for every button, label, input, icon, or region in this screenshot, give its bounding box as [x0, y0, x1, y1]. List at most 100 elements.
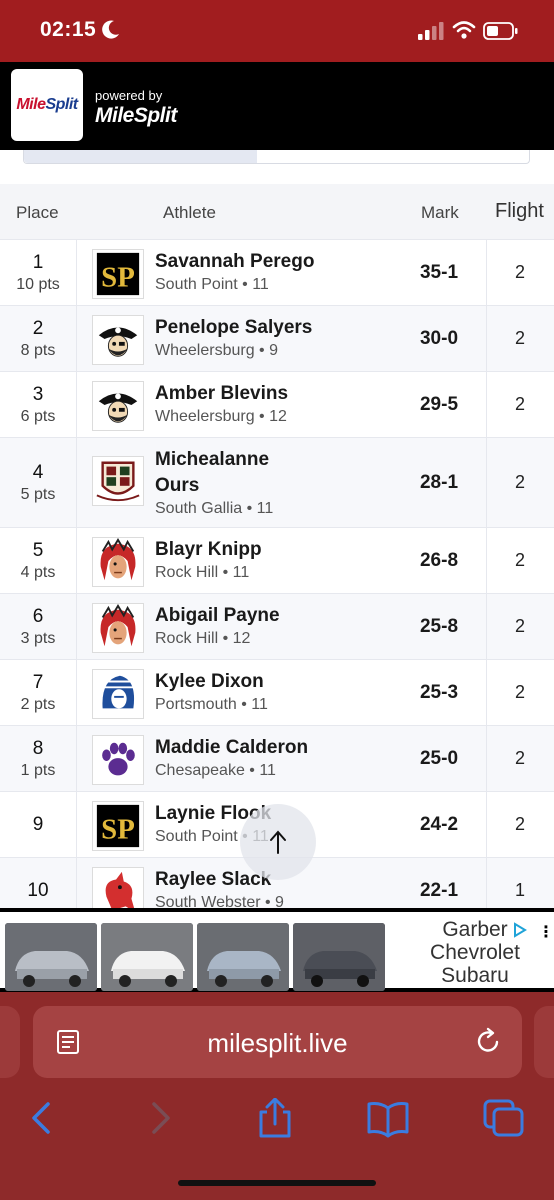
scroll-to-top-button[interactable]: [240, 804, 316, 880]
place-points: 8 pts: [20, 341, 56, 359]
ad-brand-line2: Chevrolet: [430, 941, 520, 964]
table-row[interactable]: 4 5 pts Michealanne Ours South Gallia • …: [0, 437, 554, 527]
ad-car-image[interactable]: [197, 923, 289, 991]
athlete-name-line2[interactable]: Ours: [155, 473, 415, 499]
athlete-name[interactable]: Amber Blevins: [155, 381, 415, 407]
place-points: 4 pts: [20, 563, 56, 581]
place-cell: 2 8 pts: [0, 306, 76, 371]
ad-choices-icon[interactable]: [512, 922, 528, 938]
place-number: 8: [32, 737, 44, 759]
athlete-team-grade[interactable]: Rock Hill • 12: [155, 630, 415, 648]
status-bar: 02:15: [0, 0, 554, 62]
athlete-cell[interactable]: Abigail Payne Rock Hill • 12: [155, 603, 415, 648]
athlete-team-grade[interactable]: South Webster • 9: [155, 894, 415, 908]
athlete-cell[interactable]: Maddie Calderon Chesapeake • 11: [155, 735, 415, 780]
athlete-name[interactable]: Penelope Salyers: [155, 315, 415, 341]
milesplit-logo[interactable]: MileSplit: [11, 69, 83, 141]
athlete-team-grade[interactable]: South Point • 11: [155, 276, 415, 294]
table-row[interactable]: 5 4 pts Blayr Knipp Rock Hill • 11 26-8 …: [0, 527, 554, 593]
column-header-place[interactable]: Place: [16, 203, 59, 223]
place-cell: 8 1 pts: [0, 726, 76, 791]
back-icon[interactable]: [20, 1098, 64, 1138]
athlete-name-line1[interactable]: Michealanne: [155, 447, 415, 473]
athlete-name[interactable]: Kylee Dixon: [155, 669, 415, 695]
column-header-mark[interactable]: Mark: [421, 203, 459, 223]
status-time: 02:15: [40, 18, 97, 41]
athlete-team-grade[interactable]: Rock Hill • 11: [155, 564, 415, 582]
next-tab-preview[interactable]: [534, 1006, 554, 1078]
mark-value: 35-1: [419, 261, 459, 283]
rock-hill-chief-logo-icon: [92, 603, 144, 653]
mark-value: 28-1: [419, 471, 459, 493]
event-tab-bar[interactable]: [23, 150, 530, 164]
athlete-team-grade[interactable]: Wheelersburg • 9: [155, 342, 415, 360]
athlete-cell[interactable]: Kylee Dixon Portsmouth • 11: [155, 669, 415, 714]
athlete-name[interactable]: Abigail Payne: [155, 603, 415, 629]
table-row[interactable]: 7 2 pts Kylee Dixon Portsmouth • 11 25-3…: [0, 659, 554, 725]
column-header-athlete[interactable]: Athlete: [163, 203, 216, 223]
table-row[interactable]: 8 1 pts Maddie Calderon Chesapeake • 11 …: [0, 725, 554, 791]
place-points: 3 pts: [20, 629, 56, 647]
place-cell: 7 2 pts: [0, 660, 76, 725]
column-header-flight[interactable]: Flight: [495, 200, 544, 223]
ad-car-image[interactable]: [101, 923, 193, 991]
ad-car-image[interactable]: [5, 923, 97, 991]
athlete-team-grade[interactable]: South Gallia • 11: [155, 500, 415, 518]
table-header: Place Athlete Mark Flight: [0, 184, 554, 239]
athlete-cell[interactable]: Savannah Perego South Point • 11: [155, 249, 415, 294]
tabs-icon[interactable]: [482, 1098, 526, 1138]
svg-text:SP: SP: [101, 813, 135, 845]
athlete-name[interactable]: Maddie Calderon: [155, 735, 415, 761]
athlete-team-grade[interactable]: Wheelersburg • 12: [155, 408, 415, 426]
wheelersburg-pirate-logo-icon: [92, 381, 144, 431]
place-cell: 10: [0, 858, 76, 908]
wheelersburg-pirate-logo-icon: [92, 315, 144, 365]
athlete-cell[interactable]: Penelope Salyers Wheelersburg • 9: [155, 315, 415, 360]
athlete-name[interactable]: Savannah Perego: [155, 249, 415, 275]
previous-tab-preview[interactable]: [0, 1006, 20, 1078]
moon-icon: [102, 20, 119, 39]
powered-by-label: powered by: [95, 88, 163, 103]
place-number: 9: [32, 813, 44, 835]
flight-value: 2: [514, 682, 525, 702]
athlete-team-grade[interactable]: Chesapeake • 11: [155, 762, 415, 780]
forward-icon[interactable]: [138, 1098, 182, 1138]
svg-text:SP: SP: [101, 261, 135, 293]
athlete-name[interactable]: Blayr Knipp: [155, 537, 415, 563]
address-bar[interactable]: milesplit.live: [33, 1006, 522, 1078]
place-points: 5 pts: [20, 485, 56, 503]
flight-value: 2: [514, 262, 525, 282]
share-icon[interactable]: [253, 1098, 297, 1138]
south-webster-logo-icon: [92, 867, 144, 908]
athlete-team-grade[interactable]: Portsmouth • 11: [155, 696, 415, 714]
table-row[interactable]: 2 8 pts Penelope Salyers Wheelersburg • …: [0, 305, 554, 371]
reload-icon[interactable]: [473, 1026, 503, 1056]
table-row[interactable]: 3 6 pts Amber Blevins Wheelersburg • 12 …: [0, 371, 554, 437]
ad-banner[interactable]: Garber Chevrolet Subaru ⋮: [0, 908, 554, 992]
more-options-icon[interactable]: ⋮: [538, 922, 554, 942]
browser-chrome: milesplit.live: [0, 992, 554, 1200]
cellular-signal-icon: [418, 22, 444, 40]
south-point-logo-icon: SP: [92, 249, 144, 299]
flight-value: 2: [514, 394, 525, 414]
portsmouth-trojan-logo-icon: [92, 669, 144, 719]
flight-value: 2: [514, 550, 525, 570]
table-row[interactable]: 6 3 pts Abigail Payne Rock Hill • 12 25-…: [0, 593, 554, 659]
ad-car-image[interactable]: [293, 923, 385, 991]
bookmarks-icon[interactable]: [366, 1098, 410, 1138]
athlete-cell[interactable]: Blayr Knipp Rock Hill • 11: [155, 537, 415, 582]
results-table: Place Athlete Mark Flight 1 10 pts SP Sa…: [0, 184, 554, 908]
athlete-cell[interactable]: Amber Blevins Wheelersburg • 12: [155, 381, 415, 426]
place-cell: 5 4 pts: [0, 528, 76, 593]
place-points: 2 pts: [20, 695, 56, 713]
place-cell: 1 10 pts: [0, 240, 76, 305]
flight-value: 2: [514, 814, 525, 834]
active-tab[interactable]: [24, 150, 257, 163]
flight-value: 2: [514, 328, 525, 348]
wifi-icon: [452, 21, 476, 39]
home-indicator[interactable]: [178, 1180, 376, 1186]
athlete-cell[interactable]: Michealanne Ours South Gallia • 11: [155, 447, 415, 518]
url-text[interactable]: milesplit.live: [33, 1028, 522, 1059]
table-row[interactable]: 1 10 pts SP Savannah Perego South Point …: [0, 239, 554, 305]
place-number: 5: [32, 539, 44, 561]
